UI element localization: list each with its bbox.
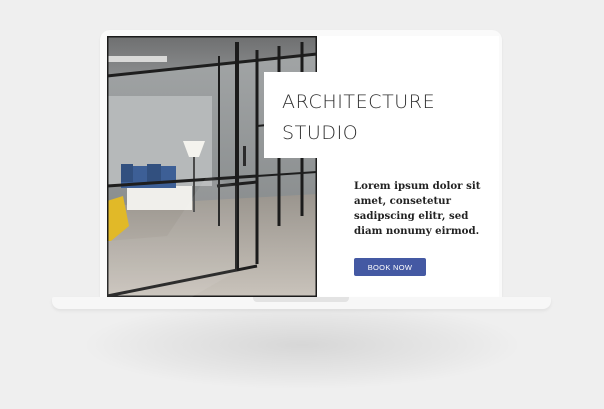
laptop-hinge-notch	[253, 297, 349, 302]
laptop-shadow	[80, 300, 524, 390]
hero-body-text: Lorem ipsum dolor sit amet, consetetur s…	[354, 180, 481, 237]
hero-title-line-1: ARCHITECTURE	[282, 91, 436, 113]
website-screen: ARCHITECTURE STUDIO Lorem ipsum dolor si…	[107, 36, 499, 297]
book-now-button[interactable]: BOOK NOW	[354, 258, 426, 276]
hero-title-line-2: STUDIO	[282, 122, 359, 144]
title-card: ARCHITECTURE STUDIO	[264, 72, 435, 158]
